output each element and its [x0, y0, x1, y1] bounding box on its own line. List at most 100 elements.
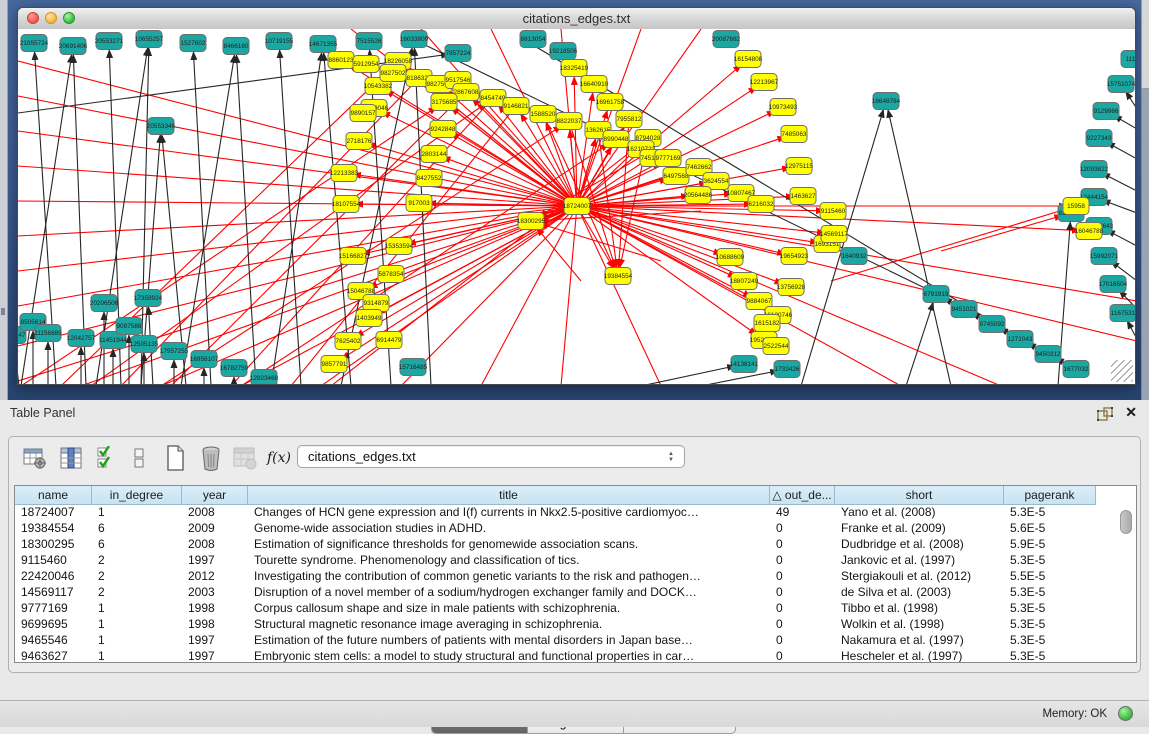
graph-node[interactable]: 16154808	[734, 51, 763, 68]
graph-edge-black[interactable]	[801, 110, 883, 384]
graph-node[interactable]: 9451021	[951, 301, 977, 318]
graph-node[interactable]: 9314879	[363, 295, 389, 312]
graph-node[interactable]: 8990448	[603, 131, 629, 148]
graph-node[interactable]: 11156889	[34, 325, 62, 342]
table-cell[interactable]: 2003	[182, 585, 248, 601]
table-cell[interactable]: Yano et al. (2008)	[835, 505, 1004, 521]
column-header-pagerank[interactable]: pagerank	[1004, 486, 1096, 505]
table-cell[interactable]: 5.3E-5	[1004, 505, 1096, 521]
table-cell[interactable]: Investigating the contribution of common…	[248, 569, 770, 585]
table-cell[interactable]: 2009	[182, 521, 248, 537]
table-cell[interactable]: 2	[92, 553, 182, 569]
collapsed-left-panel-edge[interactable]	[0, 0, 8, 400]
graph-edge-black[interactable]	[906, 303, 933, 384]
table-row[interactable]: 1872400712008Changes of HCN gene express…	[15, 505, 1136, 521]
graph-node[interactable]: 20553271	[95, 33, 124, 50]
graph-node[interactable]: 19218506	[549, 43, 578, 60]
table-cell[interactable]: 0	[770, 601, 835, 617]
graph-node[interactable]: 9129966	[1093, 103, 1119, 120]
graph-node[interactable]: 9857791	[321, 356, 347, 373]
network-window[interactable]: citations_edges.txt 21055724206914062055…	[17, 7, 1136, 385]
graph-edge-red[interactable]	[18, 206, 577, 381]
graph-node[interactable]: 7955812	[616, 111, 642, 128]
table-cell[interactable]: 9699695	[15, 617, 92, 633]
graph-node[interactable]: 1463627	[790, 188, 816, 205]
table-mode-button[interactable]	[21, 444, 49, 472]
table-cell[interactable]: 1	[92, 601, 182, 617]
table-cell[interactable]: 2012	[182, 569, 248, 585]
table-cell[interactable]: 2	[92, 585, 182, 601]
table-cell[interactable]: 5.3E-5	[1004, 617, 1096, 633]
table-cell[interactable]: 22420046	[15, 569, 92, 585]
graph-node[interactable]: 9450312	[1035, 346, 1061, 363]
graph-node[interactable]: 5912954	[353, 56, 379, 73]
graph-node[interactable]: 14671355	[309, 36, 338, 53]
table-cell[interactable]: Embryonic stem cells: a model to study s…	[248, 649, 770, 662]
graph-node[interactable]: 9777169	[655, 150, 681, 167]
table-cell[interactable]: Hescheler et al. (1997)	[835, 649, 1004, 662]
table-row[interactable]: 946554611997Estimation of the future num…	[15, 633, 1136, 649]
table-cell[interactable]: 1	[92, 633, 182, 649]
graph-edge-red[interactable]	[481, 206, 577, 384]
table-cell[interactable]: 0	[770, 617, 835, 633]
graph-node[interactable]: 10973493	[769, 99, 798, 116]
table-cell[interactable]: 0	[770, 537, 835, 553]
graph-node[interactable]: 19384554	[604, 268, 633, 285]
graph-node[interactable]: 18724007	[563, 198, 592, 215]
graph-node[interactable]: 16640910	[580, 76, 609, 93]
graph-node[interactable]: 18107554	[332, 196, 361, 213]
graph-node[interactable]: 16033809	[400, 31, 429, 48]
graph-node[interactable]: 17359924	[134, 290, 163, 307]
graph-edge-black[interactable]	[1126, 92, 1135, 109]
table-cell[interactable]: Tibbo et al. (1998)	[835, 601, 1004, 617]
graph-node[interactable]: 13756928	[777, 279, 806, 296]
table-row[interactable]: 1830029562008Estimation of significance …	[15, 537, 1136, 553]
column-header-title[interactable]: title	[248, 486, 770, 505]
collapsed-panel-handle[interactable]	[1, 308, 5, 315]
graph-node[interactable]: 15166827	[339, 248, 368, 265]
table-cell[interactable]: 6	[92, 537, 182, 553]
table-row[interactable]: 1456911722003Disruption of a novel membe…	[15, 585, 1136, 601]
table-cell[interactable]: 1	[92, 617, 182, 633]
table-cell[interactable]: 0	[770, 649, 835, 662]
table-cell[interactable]: Genome-wide association studies in ADHD.	[248, 521, 770, 537]
table-cell[interactable]: 6	[92, 521, 182, 537]
graph-edge-black[interactable]	[271, 53, 322, 384]
graph-node[interactable]: 6791919	[923, 286, 949, 303]
table-cell[interactable]: Dudbridge et al. (2008)	[835, 537, 1004, 553]
float-panel-icon[interactable]	[1097, 407, 1113, 421]
graph-node[interactable]: 10688609	[716, 249, 745, 266]
table-cell[interactable]: Estimation of significance thresholds fo…	[248, 537, 770, 553]
table-row[interactable]: 969969511998Structural magnetic resonanc…	[15, 617, 1136, 633]
graph-node[interactable]: 1167531	[1110, 305, 1135, 322]
network-graph-canvas[interactable]: 2105572420691406205532711065525715276028…	[18, 29, 1135, 384]
column-header-year[interactable]: year	[182, 486, 248, 505]
graph-node[interactable]: 14569117	[820, 226, 848, 243]
graph-node[interactable]: 6914479	[376, 332, 402, 349]
table-cell[interactable]: 0	[770, 633, 835, 649]
table-row[interactable]: 1938455462009Genome-wide association stu…	[15, 521, 1136, 537]
column-visibility-button[interactable]	[57, 444, 85, 472]
table-cell[interactable]: 9465546	[15, 633, 92, 649]
graph-node[interactable]: 2718176	[346, 133, 372, 150]
graph-edge-red[interactable]	[18, 96, 577, 206]
table-cell[interactable]: 1	[92, 505, 182, 521]
graph-node[interactable]: 7515526	[356, 33, 382, 50]
graph-node[interactable]: 1615182	[754, 315, 780, 332]
graph-node[interactable]: 8427552	[416, 170, 442, 187]
graph-node[interactable]: 16961758	[596, 94, 625, 111]
table-cell[interactable]: Disruption of a novel member of a sodium…	[248, 585, 770, 601]
graph-node[interactable]: 15716485	[399, 359, 428, 376]
graph-node[interactable]: 16958107	[190, 351, 219, 368]
new-column-button[interactable]	[161, 444, 189, 472]
table-cell[interactable]: Tourette syndrome. Phenomenology and cla…	[248, 553, 770, 569]
table-cell[interactable]: Changes of HCN gene expression and I(f) …	[248, 505, 770, 521]
scrollbar-thumb[interactable]	[1120, 510, 1132, 534]
table-cell[interactable]: Estimation of the future numbers of pati…	[248, 633, 770, 649]
graph-node[interactable]: 15751074	[1107, 76, 1135, 93]
graph-edge-black[interactable]	[1127, 321, 1135, 339]
graph-node[interactable]: 9227343	[1086, 130, 1112, 147]
graph-edge-black[interactable]	[414, 48, 431, 384]
table-cell[interactable]: 1998	[182, 601, 248, 617]
graph-node[interactable]: 9827502	[380, 65, 406, 82]
